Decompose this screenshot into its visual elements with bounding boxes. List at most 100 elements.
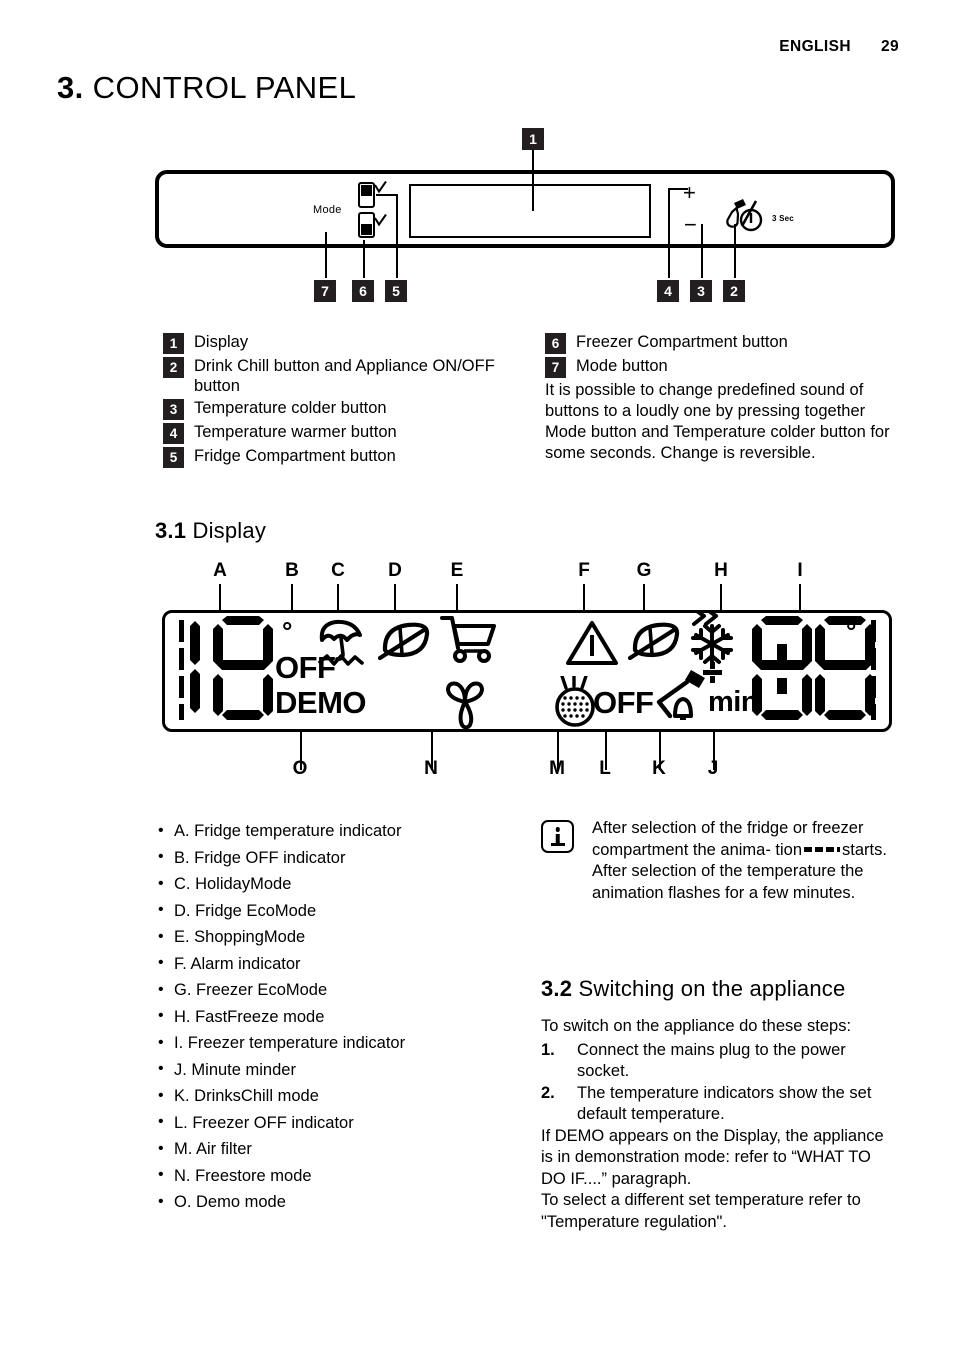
display-item-J: J. Minute minder (155, 1056, 505, 1084)
info-line-2-suffix: starts. (842, 840, 887, 859)
legend-label-1: Display (194, 333, 249, 351)
display-letter-J: J (707, 758, 719, 779)
display-letter-K: K (652, 758, 666, 779)
display-item-A: A. Fridge temperature indicator (155, 818, 505, 845)
display-letter-G: G (636, 560, 652, 581)
display-letter-F: F (578, 560, 590, 581)
display-item-K: K. DrinksChill mode (155, 1083, 505, 1110)
display-item-L: L. Freezer OFF indicator (155, 1109, 505, 1137)
switching-note-1: If DEMO appears on the Display, the appl… (541, 1126, 884, 1188)
header-page-number: 29 (880, 38, 899, 55)
switching-intro: To switch on the appliance do these step… (541, 1017, 852, 1035)
fridge-eco-leaf-icon (377, 620, 432, 665)
fridge-degree-symbol: ° (282, 616, 292, 646)
display-item-B: B. Fridge OFF indicator (155, 844, 505, 872)
drink-chill-power-button[interactable] (712, 198, 780, 238)
display-letter-E: E (450, 560, 464, 581)
info-line-2-prefix: tion (775, 840, 803, 859)
section-title-display: Display (192, 518, 267, 543)
holiday-umbrella-icon (316, 618, 368, 675)
leader-line-4-horizontal (668, 188, 688, 190)
display-letter-H: H (714, 560, 728, 581)
chapter-number: 3. (57, 70, 84, 105)
display-letter-C: C (331, 560, 345, 581)
fridge-compartment-check-icon (374, 181, 387, 194)
display-letter-A: A (213, 560, 227, 581)
display-item-C: C. HolidayMode (155, 871, 505, 898)
switching-step-2: 2. The temperature indicators show the s… (541, 1083, 894, 1126)
display-item-D: D. Fridge EcoMode (155, 897, 505, 925)
temperature-colder-button[interactable]: − (684, 214, 697, 236)
page-header: ENGLISH 29 (779, 38, 899, 56)
legend-item-7: 7 Mode button (545, 356, 893, 378)
legend-sound-note: It is possible to change predefined soun… (545, 381, 890, 462)
display-letter-L: L (599, 758, 611, 779)
display-item-M: M. Air filter (155, 1136, 505, 1163)
legend-item-5: 5 Fridge Compartment button (163, 446, 508, 468)
legend-item-4: 4 Temperature warmer button (163, 422, 508, 444)
display-letter-B: B (285, 560, 299, 581)
fridge-temperature-indicator (186, 616, 278, 729)
section-title-switching: Switching on the appliance (578, 976, 846, 1001)
freezer-degree-symbol: ° (846, 616, 856, 646)
animation-dashes-icon (804, 847, 841, 852)
legend-item-1: 1 Display (163, 332, 508, 354)
three-sec-label: 3 Sec (772, 214, 794, 223)
display-letter-I: I (797, 560, 803, 581)
legend-label-3: Temperature colder button (194, 399, 387, 417)
legend-label-4: Temperature warmer button (194, 423, 397, 441)
callout-5: 5 (385, 280, 407, 302)
legend-label-5: Fridge Compartment button (194, 447, 396, 465)
freezer-off-indicator: OFF (593, 685, 654, 720)
freezer-temperature-indicator (752, 616, 876, 729)
callout-7: 7 (314, 280, 336, 302)
leader-line-5-vertical (396, 194, 398, 278)
legend-item-3: 3 Temperature colder button (163, 398, 508, 420)
leader-line-4-vertical (668, 188, 670, 278)
display-letter-D: D (388, 560, 402, 581)
step-2-text: The temperature indicators show the set … (577, 1083, 872, 1124)
chapter-title-text: CONTROL PANEL (92, 70, 357, 105)
display-letter-N: N (424, 758, 438, 779)
display-letter-M: M (549, 758, 565, 779)
legend-badge-5: 5 (163, 447, 184, 468)
section-number-3-1: 3.1 (155, 518, 187, 543)
lcd-left-dash-3 (179, 676, 184, 698)
drinks-chill-icon (653, 666, 713, 727)
legend-list-right: 6 Freezer Compartment button 7 Mode butt… (545, 332, 893, 464)
legend-label-7: Mode button (576, 357, 668, 375)
info-icon-base (550, 843, 565, 846)
leader-line-5-horizontal (376, 194, 398, 196)
switching-on-body: To switch on the appliance do these step… (541, 1016, 894, 1233)
alarm-triangle-icon (565, 620, 619, 671)
callout-1: 1 (522, 128, 544, 150)
lcd-left-dash-2 (179, 648, 184, 670)
legend-label-6: Freezer Compartment button (576, 333, 788, 351)
legend-item-6: 6 Freezer Compartment button (545, 332, 893, 354)
legend-badge-3: 3 (163, 399, 184, 420)
freezer-compartment-button[interactable] (358, 212, 375, 238)
demo-mode-indicator: DEMO (275, 685, 367, 720)
mode-button-label: Mode (313, 204, 342, 216)
info-icon (541, 820, 574, 853)
step-1-text: Connect the mains plug to the power sock… (577, 1040, 846, 1081)
legend-item-2: 2 Drink Chill button and Appliance ON/OF… (163, 356, 508, 396)
callout-3: 3 (690, 280, 712, 302)
lcd-left-dash-1 (179, 620, 184, 642)
lcd-left-dash-4 (179, 704, 184, 720)
temperature-warmer-button[interactable]: + (683, 182, 696, 204)
switching-note-2: To select a different set temperature re… (541, 1191, 861, 1231)
leader-line-7 (325, 232, 327, 278)
step-1-number: 1. (541, 1040, 555, 1059)
section-number-3-2: 3.2 (541, 976, 573, 1001)
leader-line-6 (363, 240, 365, 278)
display-diagram: A B C D E F G H I ° OFF DEMO OFF min ° O… (150, 558, 910, 783)
freezer-eco-leaf-icon (627, 620, 682, 665)
legend-badge-2: 2 (163, 357, 184, 378)
callout-6: 6 (352, 280, 374, 302)
display-item-N: N. Freestore mode (155, 1162, 505, 1190)
leader-line-2 (734, 224, 736, 278)
control-panel-figure: Mode + − 3 Sec 1 7 6 5 4 3 2 (150, 128, 910, 313)
fridge-compartment-button[interactable] (358, 182, 375, 208)
compartment-square-icon (361, 185, 372, 196)
